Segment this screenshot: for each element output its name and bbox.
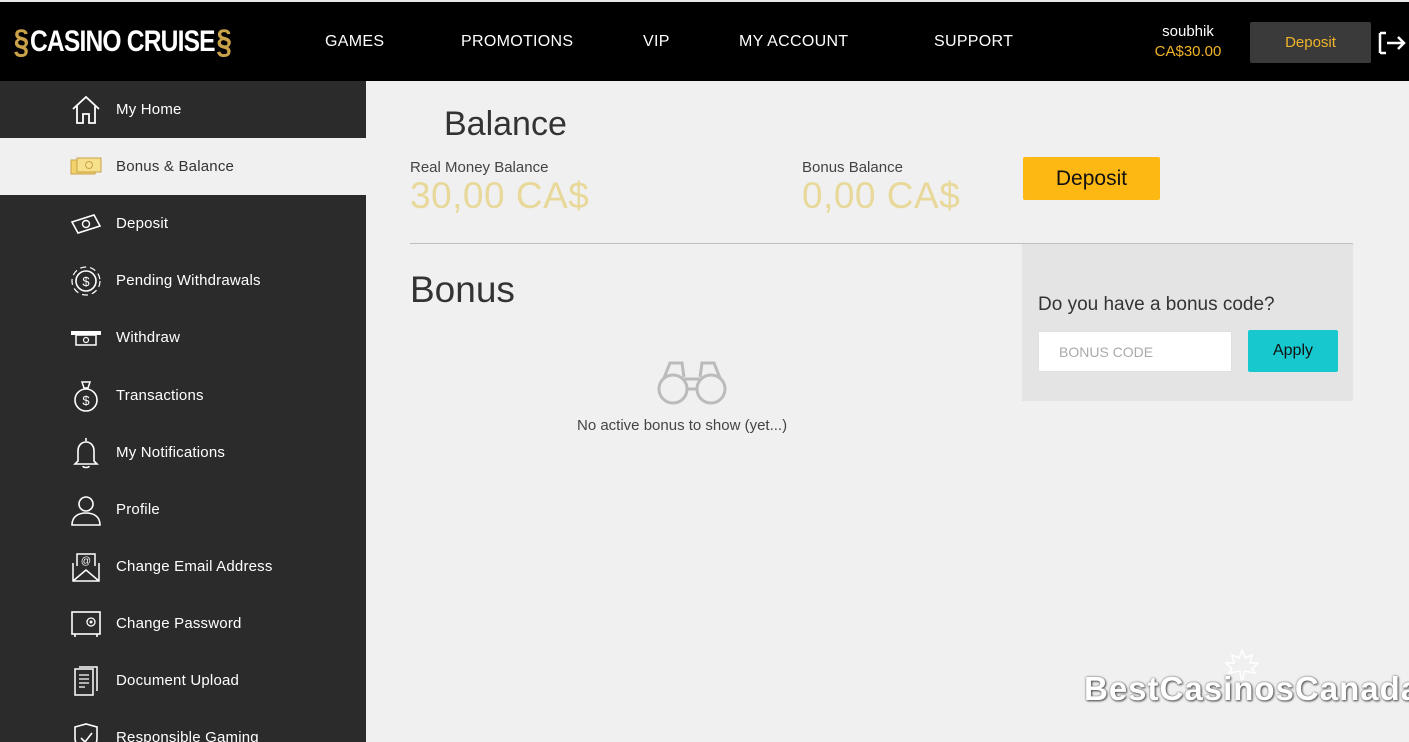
- svg-text:@: @: [81, 556, 91, 567]
- seahorse-icon: §: [13, 22, 30, 61]
- binoculars-icon: [657, 361, 727, 405]
- top-header: § CASINO CRUISE § GAMES PROMOTIONS VIP M…: [0, 0, 1409, 81]
- sidebar-item-withdraw[interactable]: Withdraw: [0, 309, 366, 366]
- sidebar-item-change-password[interactable]: Change Password: [0, 595, 366, 652]
- no-bonus-message: No active bonus to show (yet...): [577, 417, 788, 434]
- sidebar-item-bonus-balance[interactable]: Bonus & Balance: [0, 138, 366, 195]
- sidebar-item-label: My Notifications: [116, 444, 226, 461]
- sidebar-item-my-notifications[interactable]: My Notifications: [0, 424, 366, 481]
- sidebar-item-label: Change Password: [116, 615, 242, 632]
- header-deposit-button[interactable]: Deposit: [1250, 22, 1371, 63]
- sidebar-item-label: Deposit: [116, 215, 169, 232]
- user-icon: [68, 492, 104, 528]
- withdraw-atm-icon: [68, 320, 104, 356]
- watermark-text: BestCasinosCanada: [1084, 670, 1409, 707]
- logout-icon[interactable]: [1378, 30, 1406, 56]
- main-content: Balance Real Money Balance 30,00 CA$ Bon…: [366, 81, 1409, 742]
- money-icon: [68, 149, 104, 185]
- money-bag-icon: $: [68, 378, 104, 414]
- document-icon: [68, 663, 104, 699]
- sidebar-item-label: Pending Withdrawals: [116, 272, 261, 289]
- sidebar-item-pending-withdrawals[interactable]: $ Pending Withdrawals: [0, 252, 366, 309]
- safe-icon: [68, 606, 104, 642]
- bonus-code-input[interactable]: [1038, 331, 1232, 372]
- sidebar-item-label: Transactions: [116, 387, 204, 404]
- deposit-cash-icon: [68, 206, 104, 242]
- sidebar-item-label: Withdraw: [116, 329, 181, 346]
- bonus-balance-value: 0,00 CA$: [802, 175, 961, 216]
- email-icon: @: [68, 549, 104, 585]
- sidebar-item-label: My Home: [116, 101, 182, 118]
- nav-vip[interactable]: VIP: [643, 33, 670, 51]
- nav-promotions[interactable]: PROMOTIONS: [461, 33, 573, 51]
- bonus-heading: Bonus: [410, 269, 515, 310]
- casino-logo[interactable]: § CASINO CRUISE §: [12, 22, 233, 62]
- nav-games[interactable]: GAMES: [325, 33, 384, 51]
- sidebar-item-responsible-gaming[interactable]: Responsible Gaming: [0, 709, 366, 742]
- username: soubhik: [1162, 23, 1214, 40]
- sidebar-item-document-upload[interactable]: Document Upload: [0, 652, 366, 709]
- balance-heading: Balance: [444, 105, 567, 143]
- nav-support[interactable]: SUPPORT: [934, 33, 1013, 51]
- sidebar-item-label: Profile: [116, 501, 160, 518]
- real-money-value: 30,00 CA$: [410, 175, 590, 216]
- user-info[interactable]: soubhik CA$30.00: [1140, 22, 1236, 62]
- sidebar-item-label: Change Email Address: [116, 558, 273, 575]
- bonus-balance-label: Bonus Balance: [802, 159, 903, 176]
- sidebar-item-my-home[interactable]: My Home: [0, 81, 366, 138]
- pending-coin-icon: $: [68, 263, 104, 299]
- account-sidebar: My Home Bonus & Balance Deposit $ Pendin…: [0, 81, 366, 742]
- sidebar-item-label: Responsible Gaming: [116, 729, 259, 742]
- watermark-logo: BestCasinosCanada: [1084, 648, 1409, 712]
- home-icon: [68, 92, 104, 128]
- svg-text:$: $: [82, 393, 90, 408]
- nav-my-account[interactable]: MY ACCOUNT: [739, 33, 848, 51]
- sidebar-item-label: Bonus & Balance: [116, 158, 235, 175]
- deposit-button[interactable]: Deposit: [1023, 157, 1160, 200]
- seahorse-icon: §: [216, 22, 232, 61]
- sidebar-item-change-email[interactable]: @ Change Email Address: [0, 538, 366, 595]
- logo-text: CASINO CRUISE: [29, 25, 216, 58]
- bell-icon: [68, 435, 104, 471]
- bonus-code-panel: Do you have a bonus code? Apply: [1022, 244, 1353, 401]
- apply-button[interactable]: Apply: [1248, 330, 1338, 372]
- header-balance: CA$30.00: [1154, 43, 1222, 60]
- sidebar-item-label: Document Upload: [116, 672, 240, 689]
- real-money-label: Real Money Balance: [410, 159, 549, 176]
- sidebar-item-profile[interactable]: Profile: [0, 481, 366, 538]
- sidebar-item-deposit[interactable]: Deposit: [0, 195, 366, 252]
- shield-check-icon: [68, 720, 104, 742]
- sidebar-item-transactions[interactable]: $ Transactions: [0, 367, 366, 424]
- bonus-code-question: Do you have a bonus code?: [1038, 294, 1275, 315]
- svg-text:$: $: [82, 274, 90, 289]
